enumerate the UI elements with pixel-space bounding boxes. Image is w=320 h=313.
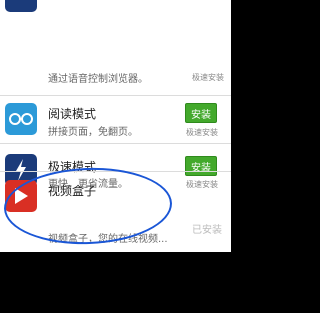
plugin-item-speed-mode[interactable]: 极速模式 更快、更省流量。 安装 极速安装 — [0, 144, 231, 190]
screen: 通过语音控制浏览器。 极速安装 阅读模式 拼接页面，免翻页。 安装 极速安装 极… — [0, 0, 240, 313]
plugin-item-voice[interactable]: 通过语音控制浏览器。 极速安装 — [0, 0, 231, 95]
plugin-desc: 通过语音控制浏览器。 — [48, 74, 148, 85]
plugin-desc: 拼接页面，免翻页。 — [48, 127, 138, 138]
voice-icon — [5, 0, 37, 12]
plugin-hint: 极速安装 — [192, 73, 224, 82]
reading-glasses-icon — [5, 103, 37, 135]
plugin-item-reading-mode[interactable]: 阅读模式 拼接页面，免翻页。 安装 极速安装 — [0, 96, 231, 143]
installed-status: 已安装 — [192, 225, 222, 236]
install-button[interactable]: 安装 — [185, 103, 217, 123]
plugin-title: 阅读模式 — [48, 107, 97, 121]
plugin-hint: 极速安装 — [186, 128, 218, 137]
